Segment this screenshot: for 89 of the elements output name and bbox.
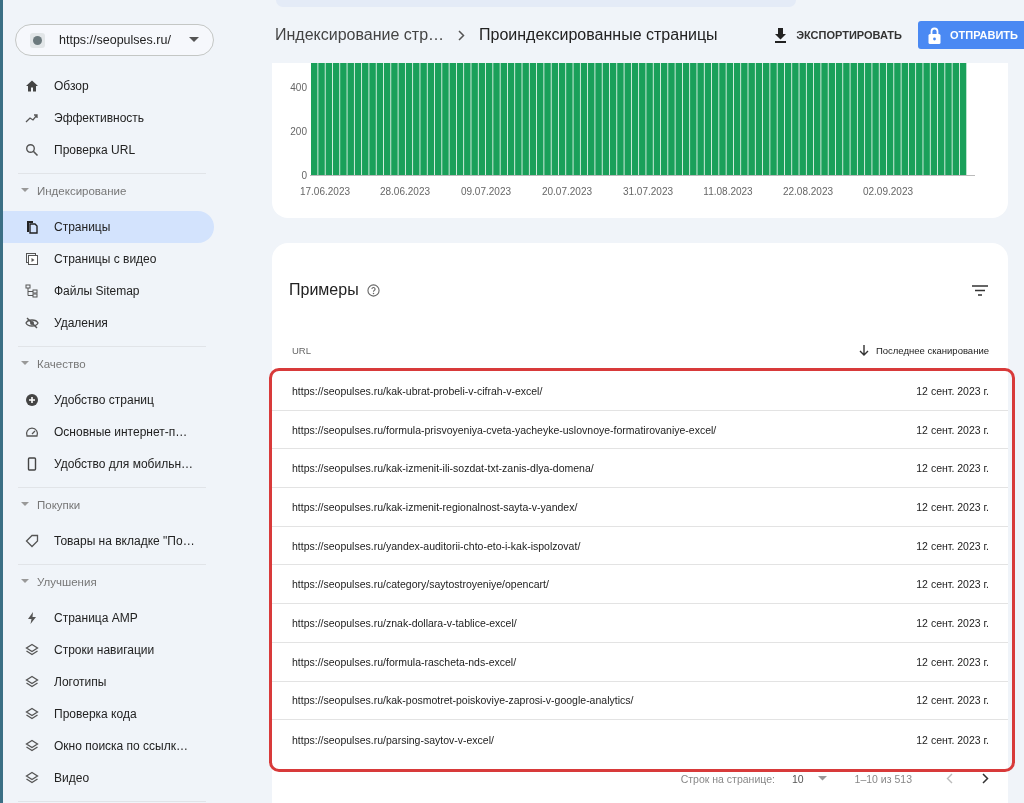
axis-label: 400 xyxy=(290,81,307,93)
breadcrumb-link[interactable]: Индексирование стр… xyxy=(275,26,445,44)
filter-icon[interactable] xyxy=(972,284,988,296)
nav-item[interactable]: Окно поиска по ссылк… xyxy=(3,730,214,762)
date-cell: 12 сент. 2023 г. xyxy=(916,578,989,591)
axis-label: 31.07.2023 xyxy=(622,186,674,197)
bolt-icon xyxy=(25,611,39,625)
axis-label: 11.08.2023 xyxy=(703,186,753,197)
axis-label: 200 xyxy=(290,125,307,137)
export-button[interactable]: ЭКСПОРТИРОВАТЬ xyxy=(770,21,906,49)
search-icon xyxy=(25,143,39,157)
axis-label: 17.06.2023 xyxy=(299,186,351,197)
nav-item[interactable]: Эффективность xyxy=(3,102,214,134)
nav-item[interactable]: Страницы xyxy=(3,211,214,243)
nav-item[interactable]: Строки навигации xyxy=(3,634,214,666)
phone-icon xyxy=(25,457,39,471)
column-header[interactable]: URL xyxy=(292,344,311,356)
section-header[interactable]: Покупки xyxy=(3,488,257,525)
url-link[interactable]: https://seopulses.ru/kak-ubrat-probeli-v-cifrah-v-excel/ xyxy=(292,384,543,397)
home-icon xyxy=(25,79,39,93)
axis-label: 20.07.2023 xyxy=(541,186,593,197)
layers-icon xyxy=(25,643,39,657)
lock-icon xyxy=(928,26,941,44)
section-title: Примеры xyxy=(289,281,359,299)
url-link[interactable]: https://seopulses.ru/kak-izmenit-ili-sozdat-txt-zanis-dlya-domena/ xyxy=(292,462,594,475)
layers-icon xyxy=(25,707,39,721)
property-selector[interactable]: https://seopulses.ru/ xyxy=(15,24,214,56)
caret-icon xyxy=(189,37,199,43)
nav-item[interactable]: Проверка URL xyxy=(3,134,214,166)
gauge-icon xyxy=(25,425,39,439)
eyeoff-icon xyxy=(25,316,39,330)
axis-label: 22.08.2023 xyxy=(782,186,834,197)
nav-item[interactable]: Удаления xyxy=(3,307,214,339)
rows-per-page-select[interactable]: 10 xyxy=(791,772,827,785)
video-icon xyxy=(25,252,39,266)
nav-item[interactable]: Обзор xyxy=(3,70,214,102)
layers-icon xyxy=(25,675,39,689)
nav-item[interactable]: Страницы с видео xyxy=(3,243,214,275)
url-link[interactable]: https://seopulses.ru/parsing-saytov-v-excel/ xyxy=(292,733,494,746)
site-favicon-icon xyxy=(30,32,45,48)
page-range: 1–10 из 513 xyxy=(854,772,912,785)
chevron-right-icon xyxy=(458,29,466,41)
help-icon[interactable] xyxy=(366,283,380,297)
date-cell: 12 сент. 2023 г. xyxy=(916,423,989,436)
nav-item[interactable]: Страница AMP xyxy=(3,602,214,634)
section-header[interactable]: Индексирование xyxy=(3,174,257,211)
sitemap-icon xyxy=(25,284,39,298)
axis-label: 0 xyxy=(301,169,307,181)
rows-per-page-label: Строк на странице: xyxy=(680,772,775,785)
page-title: Проиндексированные страницы xyxy=(479,26,718,44)
date-cell: 12 сент. 2023 г. xyxy=(916,733,989,746)
date-cell: 12 сент. 2023 г. xyxy=(916,616,989,629)
url-link[interactable]: https://seopulses.ru/formula-prisvoyeniya-cveta-yacheyke-uslovnoye-formatirovaniye-excel/ xyxy=(292,423,717,436)
chevron-right-icon[interactable] xyxy=(982,773,989,785)
nav-item[interactable]: Основные интернет-п… xyxy=(3,416,214,448)
url-link[interactable]: https://seopulses.ru/znak-dollara-v-tablice-excel/ xyxy=(292,616,517,629)
nav-item[interactable]: Удобство для мобильн… xyxy=(3,448,214,480)
nav-item[interactable]: Удобство страниц xyxy=(3,384,214,416)
date-cell: 12 сент. 2023 г. xyxy=(916,655,989,668)
sort-arrow-icon xyxy=(858,344,869,356)
nav-item[interactable]: Проверка кода xyxy=(3,698,214,730)
url-link[interactable]: https://seopulses.ru/formula-rascheta-nds-excel/ xyxy=(292,655,517,668)
date-cell: 12 сент. 2023 г. xyxy=(916,384,989,397)
nav-item[interactable]: Товары на вкладке "По… xyxy=(3,525,214,557)
url-link[interactable]: https://seopulses.ru/kak-posmotret-poiskoviye-zaprosi-v-google-analytics/ xyxy=(292,694,634,707)
download-icon xyxy=(774,27,788,43)
date-cell: 12 сент. 2023 г. xyxy=(916,539,989,552)
date-cell: 12 сент. 2023 г. xyxy=(916,500,989,513)
tag-icon xyxy=(25,534,39,548)
layers-icon xyxy=(25,739,39,753)
column-header[interactable]: Последнее сканирование xyxy=(858,344,989,356)
nav-item[interactable]: Видео xyxy=(3,762,214,794)
url-link[interactable]: https://seopulses.ru/category/saytostroyeniye/opencart/ xyxy=(292,578,549,591)
url-link[interactable]: https://seopulses.ru/yandex-auditorii-chto-eto-i-kak-ispolzovat/ xyxy=(292,539,581,552)
date-cell: 12 сент. 2023 г. xyxy=(916,462,989,475)
layers-icon xyxy=(25,771,39,785)
plus-icon xyxy=(25,393,39,407)
nav-item[interactable]: Файлы Sitemap xyxy=(3,275,214,307)
section-header[interactable]: Качество xyxy=(3,347,257,384)
date-cell: 12 сент. 2023 г. xyxy=(916,694,989,707)
axis-label: 28.06.2023 xyxy=(379,186,431,197)
section-header[interactable]: Улучшения xyxy=(3,565,257,602)
pages-icon xyxy=(25,220,39,234)
caret-icon xyxy=(817,776,827,782)
axis-label: 09.07.2023 xyxy=(460,186,512,197)
trend-icon xyxy=(25,111,39,125)
nav-item[interactable]: Логотипы xyxy=(3,666,214,698)
url-link[interactable]: https://seopulses.ru/kak-izmenit-regionalnost-sayta-v-yandex/ xyxy=(292,500,578,513)
axis-label: 02.09.2023 xyxy=(862,186,914,197)
